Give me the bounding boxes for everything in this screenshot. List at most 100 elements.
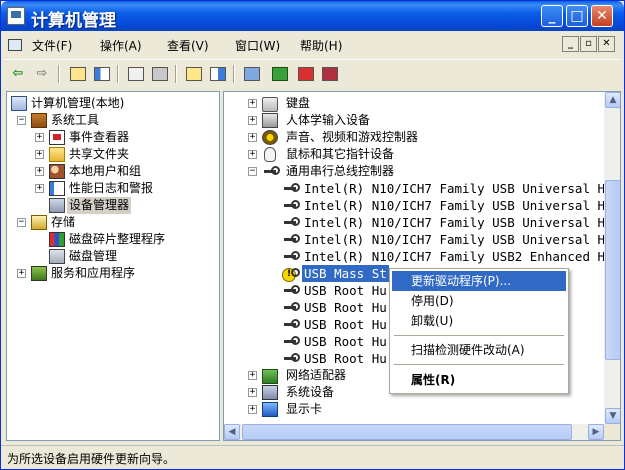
device-label: USB Root Hu — [304, 317, 387, 332]
network-adapter-icon — [262, 369, 278, 384]
collapse-toggle[interactable]: − — [17, 218, 26, 227]
horizontal-scroll-thumb[interactable] — [242, 424, 572, 440]
usb-icon — [282, 283, 300, 298]
tree-item-device-manager[interactable]: 设备管理器 — [31, 197, 219, 214]
expand-toggle[interactable]: + — [248, 116, 257, 125]
expand-toggle[interactable]: + — [248, 388, 257, 397]
minimize-button[interactable]: _ — [541, 5, 563, 27]
menu-item-properties[interactable]: 属性(R) — [392, 370, 566, 390]
expand-toggle[interactable]: + — [17, 269, 26, 278]
view-icon[interactable] — [208, 64, 228, 84]
usb-warning-icon — [282, 266, 300, 282]
tree-item-storage[interactable]: − 存储 — [15, 214, 215, 231]
scroll-right-button[interactable]: ▶ — [588, 424, 604, 440]
toolbar-separator — [117, 65, 119, 83]
mdi-controls: _ ▫ ✕ — [562, 36, 615, 52]
device-item-usb[interactable]: Intel(R) N10/ICH7 Family USB Universal H — [282, 231, 612, 248]
tree-item-defrag[interactable]: 磁盘碎片整理程序 — [31, 231, 219, 248]
expand-toggle[interactable]: + — [35, 167, 44, 176]
uninstall-icon[interactable] — [296, 64, 316, 84]
usb-icon — [262, 164, 280, 179]
vertical-scrollbar[interactable]: ▲ ▼ — [604, 92, 620, 424]
tree-item-disk-management[interactable]: 磁盘管理 — [31, 248, 219, 265]
usb-icon — [282, 181, 300, 196]
help-icon[interactable] — [184, 64, 204, 84]
expand-toggle[interactable]: + — [248, 371, 257, 380]
menu-item-uninstall[interactable]: 卸载(U) — [392, 311, 566, 331]
scroll-down-button[interactable]: ▼ — [605, 408, 620, 424]
device-manager-icon — [49, 198, 65, 213]
device-item-usb[interactable]: Intel(R) N10/ICH7 Family USB Universal H — [282, 180, 612, 197]
collapse-toggle[interactable]: − — [248, 167, 257, 176]
performance-icon — [49, 181, 65, 196]
collapse-toggle[interactable]: − — [17, 116, 26, 125]
device-item-usb[interactable]: Intel(R) N10/ICH7 Family USB Universal H — [282, 214, 612, 231]
device-label: 网络适配器 — [286, 368, 347, 382]
expand-toggle[interactable]: + — [35, 184, 44, 193]
menu-action[interactable]: 操作(A) — [100, 37, 142, 54]
expand-toggle[interactable]: + — [248, 405, 257, 414]
usb-icon — [282, 317, 300, 332]
scroll-left-button[interactable]: ◀ — [224, 424, 240, 440]
expand-toggle[interactable]: + — [248, 133, 257, 142]
device-label: 显示卡 — [286, 402, 323, 416]
expand-toggle[interactable]: + — [35, 150, 44, 159]
title-bar[interactable]: 计算机管理 _ □ ✕ — [1, 1, 624, 31]
usb-icon — [282, 232, 300, 247]
menu-file[interactable]: 文件(F) — [32, 37, 72, 54]
device-category-sound[interactable]: + 声音、视频和游戏控制器 — [246, 129, 596, 146]
scroll-up-button[interactable]: ▲ — [605, 92, 620, 108]
tree-label: 系统工具 — [51, 113, 100, 127]
tree-item-system-tools[interactable]: − 系统工具 — [15, 112, 215, 129]
usb-icon — [282, 198, 300, 213]
tree-item-services[interactable]: + 服务和应用程序 — [15, 265, 215, 282]
tree-label: 本地用户和组 — [69, 164, 142, 178]
tree-label: 计算机管理(本地) — [31, 96, 125, 110]
keyboard-icon — [262, 97, 278, 112]
menu-window[interactable]: 窗口(W) — [235, 37, 280, 54]
tree-label: 设备管理器 — [67, 197, 132, 214]
show-hide-tree-icon[interactable] — [92, 64, 112, 84]
tree-label: 存储 — [51, 215, 76, 229]
tree-item-event-viewer[interactable]: + 事件查看器 — [31, 129, 219, 146]
mdi-minimize-button[interactable]: _ — [562, 36, 579, 52]
device-label: Intel(R) N10/ICH7 Family USB Universal H — [304, 181, 606, 196]
mdi-close-button[interactable]: ✕ — [598, 36, 615, 52]
properties-icon[interactable] — [126, 64, 146, 84]
update-driver-icon[interactable] — [270, 64, 290, 84]
console-tree-pane[interactable]: 计算机管理(本地) − 系统工具 + 事件查看器 + 共享文件夹 + 本地用户和… — [6, 91, 220, 441]
close-button[interactable]: ✕ — [591, 5, 613, 27]
expand-toggle[interactable]: + — [35, 133, 44, 142]
device-label: USB Root Hu — [304, 351, 387, 366]
print-icon[interactable] — [150, 64, 170, 84]
tree-item-local-users[interactable]: + 本地用户和组 — [31, 163, 219, 180]
tree-item-perf-logs[interactable]: + 性能日志和警报 — [31, 180, 219, 197]
menu-item-update-driver[interactable]: 更新驱动程序(P)... — [392, 271, 566, 291]
menu-item-scan-hardware[interactable]: 扫描检测硬件改动(A) — [392, 340, 566, 360]
device-item-usb[interactable]: Intel(R) N10/ICH7 Family USB Universal H — [282, 197, 612, 214]
menu-item-disable[interactable]: 停用(D) — [392, 291, 566, 311]
horizontal-scrollbar[interactable]: ◀ ▶ — [224, 424, 604, 440]
forward-arrow-icon[interactable]: ⇨ — [32, 64, 52, 84]
tree-item-shared-folders[interactable]: + 共享文件夹 — [31, 146, 219, 163]
back-arrow-icon[interactable]: ⇦ — [8, 64, 28, 84]
disable-icon[interactable] — [320, 64, 340, 84]
up-folder-icon[interactable] — [68, 64, 88, 84]
menu-help[interactable]: 帮助(H) — [300, 37, 342, 54]
device-category-usb[interactable]: − 通用串行总线控制器 — [246, 163, 596, 180]
hid-icon — [262, 113, 278, 128]
maximize-button[interactable]: □ — [566, 5, 588, 27]
device-item-usb[interactable]: Intel(R) N10/ICH7 Family USB2 Enhanced H — [282, 248, 612, 265]
computer-icon — [11, 96, 27, 111]
device-category-keyboard[interactable]: + 键盘 — [246, 95, 596, 112]
device-category-mouse[interactable]: + 鼠标和其它指针设备 — [246, 146, 596, 163]
scan-hardware-icon[interactable] — [242, 64, 262, 84]
device-category-hid[interactable]: + 人体学输入设备 — [246, 112, 596, 129]
vertical-scroll-thumb[interactable] — [605, 180, 620, 360]
event-viewer-icon — [49, 130, 65, 145]
menu-view[interactable]: 查看(V) — [167, 37, 209, 54]
mdi-restore-button[interactable]: ▫ — [580, 36, 597, 52]
device-category-display[interactable]: + 显示卡 — [246, 401, 596, 418]
expand-toggle[interactable]: + — [248, 150, 257, 159]
expand-toggle[interactable]: + — [248, 99, 257, 108]
